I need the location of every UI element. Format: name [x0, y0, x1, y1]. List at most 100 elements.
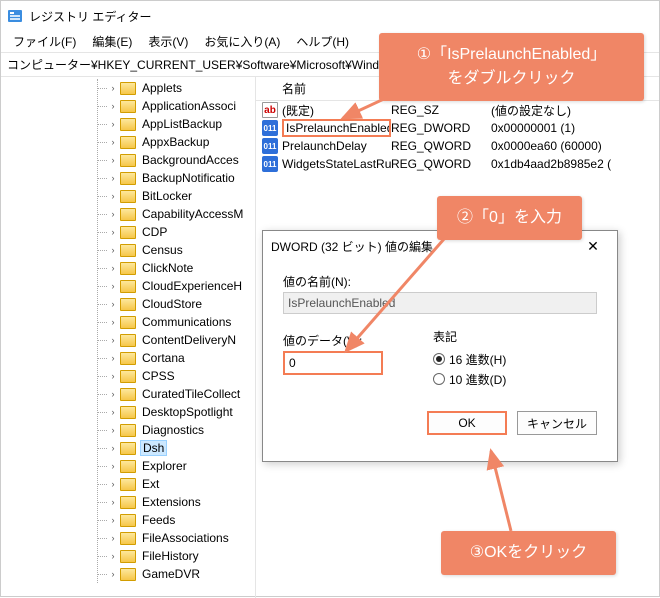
- chevron-right-icon[interactable]: ›: [107, 406, 119, 418]
- dword-value-icon: 011: [262, 120, 278, 136]
- tree-item[interactable]: ›ClickNote: [1, 259, 255, 277]
- tree-item[interactable]: ›Diagnostics: [1, 421, 255, 439]
- chevron-right-icon[interactable]: ›: [107, 298, 119, 310]
- tree-item[interactable]: › Communications: [1, 313, 255, 331]
- menu-favorites[interactable]: お気に入り(A): [196, 31, 288, 52]
- tree-item[interactable]: ›CuratedTileCollect: [1, 385, 255, 403]
- chevron-right-icon[interactable]: ›: [107, 100, 119, 112]
- tree-item[interactable]: ›Ext: [1, 475, 255, 493]
- chevron-right-icon[interactable]: ›: [107, 154, 119, 166]
- list-row[interactable]: 011WidgetsStateLastRunREG_QWORD0x1db4aad…: [256, 155, 659, 173]
- menu-view[interactable]: 表示(V): [140, 31, 196, 52]
- chevron-right-icon[interactable]: ›: [107, 514, 119, 526]
- list-row[interactable]: 011PrelaunchDelayREG_QWORD0x0000ea60 (60…: [256, 137, 659, 155]
- tree-item[interactable]: ›Cortana: [1, 349, 255, 367]
- tree-item[interactable]: ›CDP: [1, 223, 255, 241]
- window-title: レジストリ エディター: [29, 8, 152, 25]
- tree-item[interactable]: ›Feeds: [1, 511, 255, 529]
- tree-item[interactable]: ›BackupNotificatio: [1, 169, 255, 187]
- tree-item[interactable]: ›CloudStore: [1, 295, 255, 313]
- folder-icon: [120, 190, 136, 203]
- tree-item[interactable]: › CloudExperienceH: [1, 277, 255, 295]
- col-header-name[interactable]: 名前: [256, 80, 391, 97]
- tree-item[interactable]: ›ContentDeliveryN: [1, 331, 255, 349]
- folder-icon: [120, 550, 136, 563]
- tree-item[interactable]: ›Applets: [1, 79, 255, 97]
- tree-item[interactable]: ›Dsh: [1, 439, 255, 457]
- chevron-right-icon[interactable]: ›: [107, 352, 119, 364]
- tree-item[interactable]: › Census: [1, 241, 255, 259]
- folder-icon: [120, 352, 136, 365]
- chevron-right-icon[interactable]: ›: [107, 190, 119, 202]
- tree-item[interactable]: ›BitLocker: [1, 187, 255, 205]
- chevron-right-icon[interactable]: ›: [107, 118, 119, 130]
- callout-1-line1: ①「IsPrelaunchEnabled」: [393, 43, 630, 67]
- chevron-right-icon[interactable]: ›: [107, 370, 119, 382]
- value-name: WidgetsStateLastRun: [282, 157, 391, 171]
- chevron-right-icon[interactable]: ›: [107, 226, 119, 238]
- tree-item[interactable]: ›DesktopSpotlight: [1, 403, 255, 421]
- chevron-right-icon[interactable]: ›: [107, 172, 119, 184]
- chevron-right-icon[interactable]: ›: [107, 496, 119, 508]
- tree-item-label: Extensions: [140, 495, 203, 509]
- tree-item-label: Communications: [140, 315, 233, 329]
- edit-dword-dialog: DWORD (32 ビット) 値の編集 ✕ 値の名前(N): 値のデータ(V):…: [262, 230, 618, 462]
- folder-icon: [120, 460, 136, 473]
- folder-icon: [120, 100, 136, 113]
- tree-item[interactable]: ›FileHistory: [1, 547, 255, 565]
- close-icon: ✕: [587, 238, 599, 255]
- folder-icon: [120, 244, 136, 257]
- chevron-right-icon[interactable]: ›: [107, 316, 119, 328]
- menu-help[interactable]: ヘルプ(H): [288, 31, 357, 52]
- tree-item[interactable]: ›CPSS: [1, 367, 255, 385]
- radix-hex-option[interactable]: 16 進数(H): [433, 349, 597, 369]
- tree-item[interactable]: ›CapabilityAccessM: [1, 205, 255, 223]
- chevron-right-icon[interactable]: ›: [107, 82, 119, 94]
- chevron-right-icon[interactable]: ›: [107, 244, 119, 256]
- tree-item-label: Census: [140, 243, 185, 257]
- chevron-right-icon[interactable]: ›: [107, 280, 119, 292]
- tree-item[interactable]: ›FileAssociations: [1, 529, 255, 547]
- tree-item[interactable]: ›GameDVR: [1, 565, 255, 583]
- tree-item[interactable]: › Extensions: [1, 493, 255, 511]
- chevron-right-icon[interactable]: ›: [107, 442, 119, 454]
- list-row[interactable]: ab(既定)REG_SZ(値の設定なし): [256, 101, 659, 119]
- menu-file[interactable]: ファイル(F): [5, 31, 84, 52]
- tree-item[interactable]: ›Explorer: [1, 457, 255, 475]
- chevron-right-icon[interactable]: ›: [107, 460, 119, 472]
- chevron-right-icon[interactable]: ›: [107, 334, 119, 346]
- folder-icon: [120, 280, 136, 293]
- folder-icon: [120, 226, 136, 239]
- chevron-right-icon[interactable]: ›: [107, 424, 119, 436]
- callout-1: ①「IsPrelaunchEnabled」 をダブルクリック: [379, 33, 644, 101]
- chevron-right-icon[interactable]: ›: [107, 388, 119, 400]
- value-name-label: 値の名前(N):: [283, 273, 597, 290]
- list-row[interactable]: 011IsPrelaunchEnabledREG_DWORD0x00000001…: [256, 119, 659, 137]
- chevron-right-icon[interactable]: ›: [107, 262, 119, 274]
- chevron-right-icon[interactable]: ›: [107, 532, 119, 544]
- tree-item[interactable]: ›AppListBackup: [1, 115, 255, 133]
- chevron-right-icon[interactable]: ›: [107, 550, 119, 562]
- chevron-right-icon[interactable]: ›: [107, 568, 119, 580]
- tree-item[interactable]: ›ApplicationAssoci: [1, 97, 255, 115]
- value-name: PrelaunchDelay: [282, 139, 391, 153]
- value-data-input[interactable]: [283, 351, 383, 375]
- tree-item[interactable]: › BackgroundAcces: [1, 151, 255, 169]
- tree-view[interactable]: ›Applets›ApplicationAssoci›AppListBackup…: [1, 77, 256, 598]
- menu-edit[interactable]: 編集(E): [84, 31, 140, 52]
- ok-button[interactable]: OK: [427, 411, 507, 435]
- value-data-label: 値のデータ(V):: [283, 332, 403, 349]
- chevron-right-icon[interactable]: ›: [107, 478, 119, 490]
- radix-dec-option[interactable]: 10 進数(D): [433, 369, 597, 389]
- value-data: (値の設定なし): [491, 102, 659, 119]
- chevron-right-icon[interactable]: ›: [107, 136, 119, 148]
- folder-icon: [120, 442, 136, 455]
- cancel-button[interactable]: キャンセル: [517, 411, 597, 435]
- chevron-right-icon[interactable]: ›: [107, 208, 119, 220]
- tree-item[interactable]: ›AppxBackup: [1, 133, 255, 151]
- tree-item-label: CloudExperienceH: [140, 279, 244, 293]
- folder-icon: [120, 424, 136, 437]
- tree-item-label: BackgroundAcces: [140, 153, 241, 167]
- folder-icon: [120, 370, 136, 383]
- value-name-input[interactable]: [283, 292, 597, 314]
